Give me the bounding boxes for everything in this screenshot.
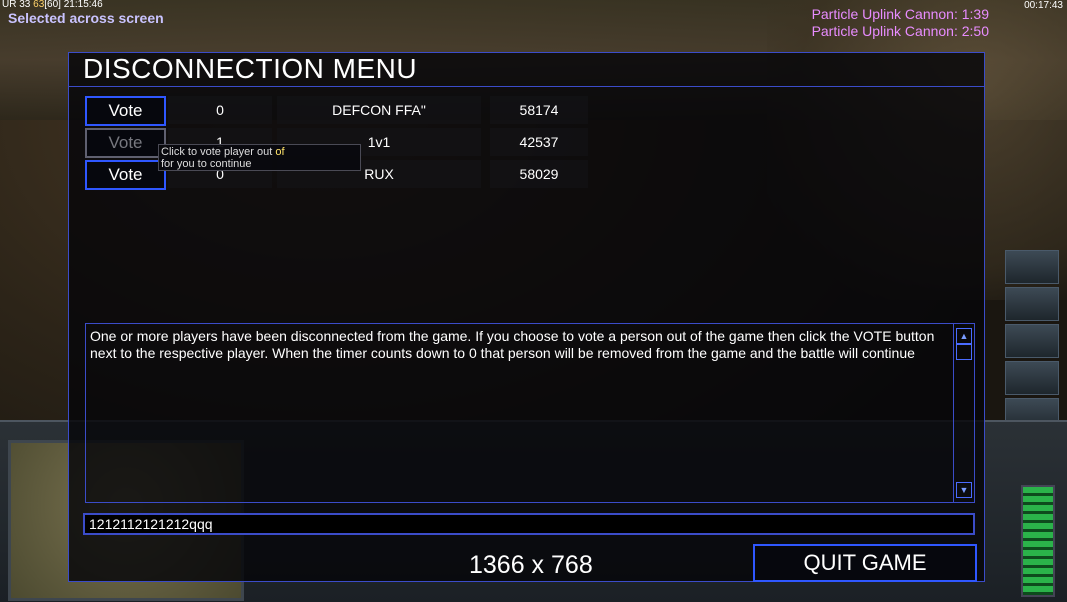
scroll-down-icon[interactable]: ▼: [956, 482, 972, 498]
quit-game-button[interactable]: QUIT GAME: [753, 544, 977, 582]
fps-cap: [60]: [44, 0, 61, 10]
build-icon[interactable]: [1005, 361, 1059, 395]
chat-input[interactable]: [83, 513, 975, 535]
scrollbar[interactable]: ▲ ▼: [953, 324, 974, 502]
game-clock: 00:17:43: [1024, 0, 1063, 11]
timer-1: Particle Uplink Cannon: 1:39: [811, 6, 989, 22]
dialog-title: DISCONNECTION MENU: [83, 53, 418, 84]
fps-value: 63: [33, 0, 45, 10]
build-sidebar: [1005, 250, 1059, 435]
vote-button[interactable]: Vote: [85, 160, 166, 190]
player-ping: 58029: [490, 160, 588, 188]
power-meter: [1021, 485, 1055, 597]
player-ping: 58174: [490, 96, 588, 124]
title-divider: [69, 86, 984, 87]
stats-label: UR: [2, 0, 17, 10]
message-box: One or more players have been disconnect…: [85, 323, 975, 503]
build-icon[interactable]: [1005, 287, 1059, 321]
resolution-label: 1366 x 768: [469, 551, 593, 579]
stats-a: 33: [19, 0, 31, 10]
vote-button[interactable]: Vote: [85, 96, 166, 126]
vote-tooltip: Click to vote player out of for you to c…: [158, 144, 361, 171]
vote-button[interactable]: Vote: [85, 128, 166, 158]
debug-stats: UR 33 63[60] 21:15:46 Selected across sc…: [2, 0, 164, 26]
scroll-up-icon[interactable]: ▲: [956, 328, 972, 344]
time-value: 21:15:46: [63, 0, 103, 10]
timer-2: Particle Uplink Cannon: 2:50: [811, 23, 989, 39]
player-name: DEFCON FFA": [277, 96, 481, 124]
build-icon[interactable]: [1005, 250, 1059, 284]
disconnection-dialog: DISCONNECTION MENU Vote 0 DEFCON FFA" 58…: [68, 52, 985, 582]
message-text: One or more players have been disconnect…: [90, 328, 935, 361]
scroll-thumb[interactable]: [956, 344, 972, 360]
tooltip-text-2: for you to continue: [161, 158, 252, 170]
player-ping: 42537: [490, 128, 588, 156]
vote-count: 0: [168, 96, 272, 124]
superweapon-timers: Particle Uplink Cannon: 1:39 Particle Up…: [812, 6, 989, 40]
selection-text: Selected across screen: [8, 10, 164, 26]
tooltip-highlight: of: [275, 146, 285, 158]
build-icon[interactable]: [1005, 324, 1059, 358]
tooltip-text: Click to vote player out: [161, 146, 276, 158]
